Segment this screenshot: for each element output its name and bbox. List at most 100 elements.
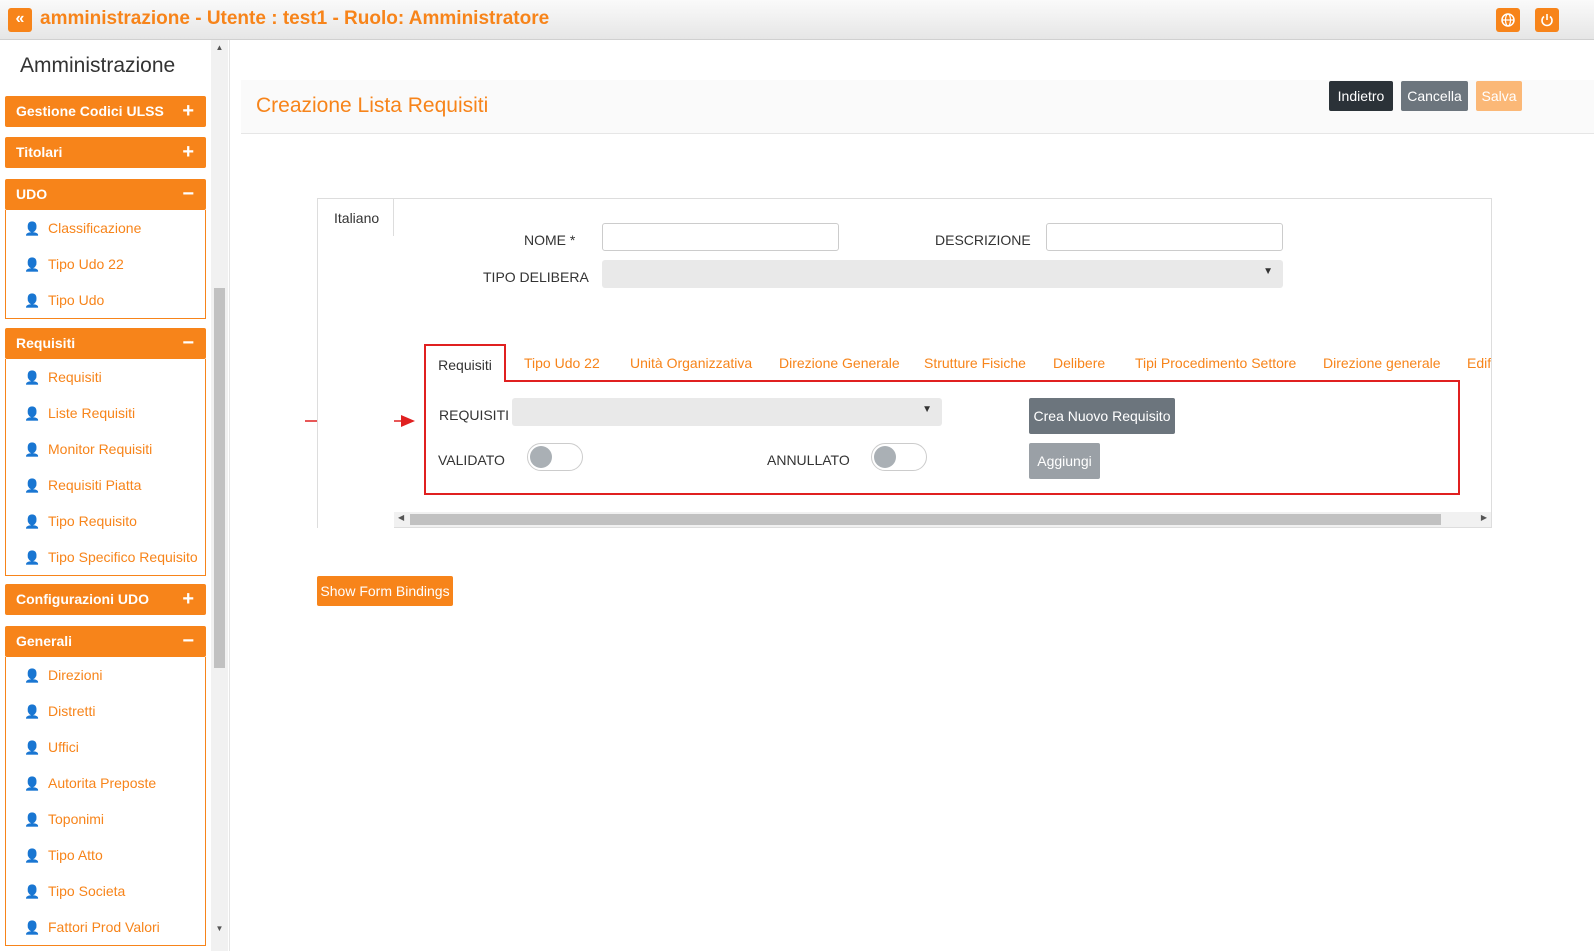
nome-input[interactable]	[602, 223, 839, 251]
tipo-delibera-select[interactable]: ▼	[602, 260, 1283, 288]
descrizione-input[interactable]	[1046, 223, 1283, 251]
collapse-icon[interactable]: −	[182, 328, 194, 359]
tab-strutture-fisiche[interactable]: Strutture Fisiche	[924, 355, 1026, 371]
sidebar-item-label: Tipo Societa	[48, 883, 126, 899]
page-title: Creazione Lista Requisiti	[256, 94, 489, 117]
power-icon[interactable]	[1535, 8, 1559, 32]
sidebar-item-uffici[interactable]: 👤 Uffici	[6, 729, 205, 765]
section-label: Requisiti	[16, 335, 76, 351]
descrizione-label: DESCRIZIONE	[935, 232, 1031, 248]
sidebar-item-requisiti[interactable]: 👤 Requisiti	[6, 359, 205, 395]
sidebar-item-tipo-societa[interactable]: 👤 Tipo Societa	[6, 873, 205, 909]
user-edit-icon: 👤	[24, 884, 41, 899]
sidebar-section-gestione-codici-ulss[interactable]: Gestione Codici ULSS +	[5, 96, 206, 127]
sidebar-item-label: Direzioni	[48, 667, 103, 683]
scrollbar-thumb[interactable]	[214, 288, 225, 668]
sidebar-section-requisiti: Requisiti − 👤 Requisiti 👤 Liste Requisiti 👤…	[5, 328, 206, 576]
create-requisito-button[interactable]: Crea Nuovo Requisito	[1029, 398, 1175, 434]
sidebar-item-label: Liste Requisiti	[48, 405, 136, 421]
sidebar-item-tipo-udo-22[interactable]: 👤 Tipo Udo 22	[6, 246, 205, 282]
scroll-down-icon[interactable]: ▼	[211, 924, 228, 933]
toggle-knob	[874, 446, 896, 468]
user-edit-icon: 👤	[24, 293, 41, 308]
scroll-up-icon[interactable]: ▲	[211, 43, 228, 52]
sidebar-title: Amministrazione	[20, 54, 176, 77]
add-button[interactable]: Aggiungi	[1029, 443, 1100, 479]
sidebar-item-monitor-requisiti[interactable]: 👤 Monitor Requisiti	[6, 431, 205, 467]
sidebar-item-requisiti-piatta[interactable]: 👤 Requisiti Piatta	[6, 467, 205, 503]
sidebar-section-udo: UDO − 👤 Classificazione 👤 Tipo Udo 22 👤 Tipo…	[5, 179, 206, 319]
sidebar-item-label: Tipo Requisito	[48, 513, 137, 529]
caret-down-icon: ▼	[1263, 266, 1273, 277]
collapse-icon[interactable]: −	[182, 626, 194, 657]
sidebar-item-direzioni[interactable]: 👤 Direzioni	[6, 657, 205, 693]
user-edit-icon: 👤	[24, 514, 41, 529]
sidebar-item-label: Requisiti Piatta	[48, 477, 142, 493]
save-button[interactable]: Salva	[1476, 81, 1522, 111]
section-label: Titolari	[16, 144, 63, 160]
user-edit-icon: 👤	[24, 550, 41, 565]
validato-toggle[interactable]	[527, 443, 583, 471]
tab-delibere[interactable]: Delibere	[1053, 355, 1105, 371]
sidebar-item-distretti[interactable]: 👤 Distretti	[6, 693, 205, 729]
sidebar: Amministrazione Gestione Codici ULSS + Ti…	[0, 40, 230, 951]
sidebar-item-label: Tipo Specifico Requisito	[48, 549, 198, 565]
user-edit-icon: 👤	[24, 442, 41, 457]
scroll-left-icon[interactable]: ◀	[398, 513, 404, 522]
sidebar-section-titolari[interactable]: Titolari +	[5, 137, 206, 168]
user-edit-icon: 👤	[24, 221, 41, 236]
tab-edifici[interactable]: Edifi	[1467, 355, 1491, 371]
scrollbar-thumb[interactable]	[410, 514, 1441, 525]
cancel-button[interactable]: Cancella	[1401, 81, 1468, 111]
sidebar-item-label: Autorita Preposte	[48, 775, 157, 791]
sidebar-item-tipo-requisito[interactable]: 👤 Tipo Requisito	[6, 503, 205, 539]
sidebar-item-tipo-atto[interactable]: 👤 Tipo Atto	[6, 837, 205, 873]
user-edit-icon: 👤	[24, 668, 41, 683]
section-label: Configurazioni UDO	[16, 591, 149, 607]
sidebar-item-autorita-preposte[interactable]: 👤 Autorita Preposte	[6, 765, 205, 801]
user-edit-icon: 👤	[24, 776, 41, 791]
user-edit-icon: 👤	[24, 478, 41, 493]
tab-requisiti[interactable]: Requisiti	[424, 344, 506, 382]
sidebar-item-classificazione[interactable]: 👤 Classificazione	[6, 210, 205, 246]
tabs-horizontal-scrollbar[interactable]: ◀ ▶	[394, 512, 1491, 527]
sidebar-section-configurazioni-udo[interactable]: Configurazioni UDO +	[5, 584, 206, 615]
top-bar: « amministrazione - Utente : test1 - Ruo…	[0, 0, 1594, 40]
sidebar-item-fattori-prod-valori[interactable]: 👤 Fattori Prod Valori	[6, 909, 205, 945]
collapse-icon[interactable]: −	[182, 179, 194, 210]
tab-tipi-procedimento-settore[interactable]: Tipi Procedimento Settore	[1135, 355, 1296, 371]
requisiti-select[interactable]: ▼	[512, 398, 942, 426]
tipo-delibera-label: TIPO DELIBERA	[483, 269, 589, 285]
globe-icon[interactable]	[1496, 8, 1520, 32]
collapse-menu-icon[interactable]: «	[8, 8, 32, 32]
sidebar-item-label: Tipo Udo 22	[48, 256, 124, 272]
section-label: UDO	[16, 186, 48, 202]
back-button[interactable]: Indietro	[1329, 81, 1393, 111]
tab-unita-organizzativa[interactable]: Unità Organizzativa	[630, 355, 752, 371]
expand-icon[interactable]: +	[182, 96, 194, 127]
sidebar-section-generali: Generali − 👤 Direzioni 👤 Distretti 👤 Uffici …	[5, 626, 206, 946]
expand-icon[interactable]: +	[182, 137, 194, 168]
caret-down-icon: ▼	[922, 404, 932, 415]
user-edit-icon: 👤	[24, 704, 41, 719]
sidebar-scrollbar[interactable]: ▲ ▼	[211, 40, 228, 951]
sidebar-item-label: Tipo Atto	[48, 847, 103, 863]
tab-italiano[interactable]: Italiano	[317, 198, 394, 236]
annullato-toggle[interactable]	[871, 443, 927, 471]
sidebar-item-tipo-udo[interactable]: 👤 Tipo Udo	[6, 282, 205, 318]
show-form-bindings-button[interactable]: Show Form Bindings	[317, 576, 453, 606]
toggle-knob	[530, 446, 552, 468]
section-label: Generali	[16, 633, 73, 649]
tab-direzione-generale[interactable]: Direzione Generale	[779, 355, 900, 371]
tab-direzione-generale-2[interactable]: Direzione generale	[1323, 355, 1441, 371]
app-title: amministrazione - Utente : test1 - Ruolo…	[40, 8, 550, 29]
sidebar-item-toponimi[interactable]: 👤 Toponimi	[6, 801, 205, 837]
expand-icon[interactable]: +	[182, 584, 194, 615]
tab-tipo-udo-22[interactable]: Tipo Udo 22	[524, 355, 600, 371]
sidebar-item-liste-requisiti[interactable]: 👤 Liste Requisiti	[6, 395, 205, 431]
sidebar-item-label: Tipo Udo	[48, 292, 105, 308]
scroll-right-icon[interactable]: ▶	[1481, 513, 1487, 522]
user-edit-icon: 👤	[24, 370, 41, 385]
sidebar-item-tipo-specifico-requisito[interactable]: 👤 Tipo Specifico Requisito	[6, 539, 205, 575]
user-edit-icon: 👤	[24, 812, 41, 827]
